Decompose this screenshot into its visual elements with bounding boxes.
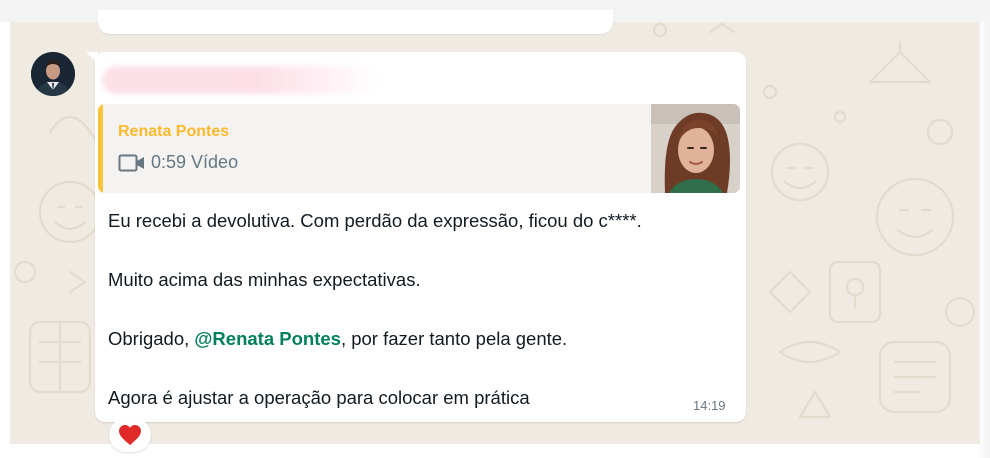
- avatar-portrait-image: [31, 52, 75, 96]
- message-line-3: Obrigado, @Renata Pontes, por fazer tant…: [108, 328, 567, 350]
- thumbnail-portrait-image: [651, 104, 740, 193]
- heart-icon: [119, 425, 141, 445]
- reaction-badge[interactable]: [109, 418, 151, 452]
- message-line-1: Eu recebi a devolutiva. Com perdão da ex…: [108, 210, 642, 231]
- message-line-3-start: Obrigado,: [108, 328, 195, 349]
- quoted-video-thumbnail[interactable]: [651, 104, 740, 193]
- quoted-media-label: 0:59 Vídeo: [151, 152, 239, 172]
- right-edge-fade: [976, 0, 990, 458]
- previous-message-bubble: [98, 10, 613, 34]
- message-line-4: Agora é ajustar a operação para colocar …: [108, 387, 530, 408]
- mention-link[interactable]: @Renata Pontes: [194, 328, 341, 349]
- quote-accent-bar: [98, 104, 103, 193]
- bottom-strip: [0, 444, 990, 458]
- quoted-media-info: 0:59 Vídeo: [118, 152, 238, 173]
- quoted-author: Renata Pontes: [118, 123, 230, 140]
- message-line-2: Muito acima das minhas expectativas.: [108, 269, 421, 290]
- quoted-message[interactable]: Renata Pontes 0:59 Vídeo: [98, 104, 740, 193]
- video-camera-icon: [118, 154, 144, 171]
- message-timestamp: 14:19: [693, 398, 726, 413]
- message-line-3-end: , por fazer tanto pela gente.: [340, 328, 568, 349]
- sender-avatar[interactable]: [31, 52, 75, 96]
- sender-name: [105, 64, 375, 94]
